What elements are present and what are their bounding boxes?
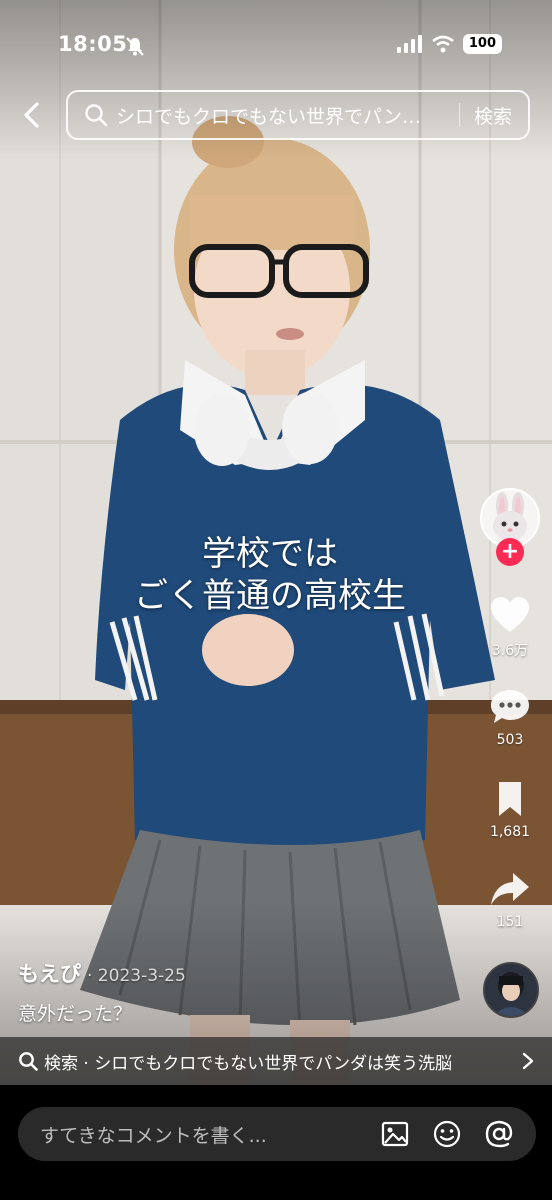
action-rail: + 3.6万 503 1,681 151 — [480, 488, 540, 930]
share-count: 151 — [496, 914, 524, 930]
comment-button[interactable]: 503 — [480, 688, 540, 748]
status-icons: 100 — [396, 34, 502, 54]
author-info[interactable]: もえぴ · 2023-3-25 — [18, 958, 186, 988]
search-divider — [458, 103, 460, 127]
comment-placeholder: すてきなコメントを書く... — [40, 1124, 267, 1147]
follow-plus-button[interactable]: + — [496, 538, 524, 566]
related-search-text: 検索 · シロでもクロでもない世界でパンダは笑う洗脳 — [44, 1053, 453, 1074]
video-caption: 学校では ごく普通の高校生 — [0, 533, 540, 617]
comment-input[interactable]: すてきなコメントを書く... — [18, 1107, 536, 1161]
related-search-bar[interactable]: 検索 · シロでもクロでもない世界でパンダは笑う洗脳 — [0, 1037, 552, 1085]
status-bar: 18:05 100 — [0, 0, 552, 88]
caption-line-2: ごく普通の高校生 — [134, 576, 406, 616]
creator-avatar-button[interactable]: + — [480, 488, 540, 566]
bookmark-button[interactable]: 1,681 — [480, 780, 540, 840]
bell-muted-icon — [126, 37, 144, 56]
video-description: 意外だった？ — [18, 1003, 133, 1025]
search-query: シロでもクロでもない世界でパン… — [116, 105, 421, 128]
share-arrow-icon — [491, 873, 529, 905]
caption-line-1: 学校では — [202, 534, 338, 574]
save-count: 1,681 — [489, 824, 531, 840]
sound-disc[interactable] — [483, 962, 539, 1018]
chevron-right-icon — [522, 1052, 534, 1070]
search-icon — [85, 104, 108, 127]
share-button[interactable]: 151 — [480, 870, 540, 930]
like-count: 3.6万 — [491, 643, 529, 659]
emoji-icon[interactable] — [432, 1119, 462, 1149]
heart-icon — [491, 597, 529, 632]
music-disc-icon — [485, 964, 537, 1016]
post-date: · 2023-3-25 — [87, 966, 186, 986]
comment-count: 503 — [496, 732, 524, 748]
search-input[interactable]: シロでもクロでもない世界でパン… 検索 — [66, 90, 530, 140]
back-arrow-icon[interactable] — [18, 100, 46, 130]
wifi-icon — [432, 35, 454, 53]
status-time: 18:05 — [58, 32, 128, 56]
signal-icon — [396, 35, 422, 53]
author-name[interactable]: もえぴ — [18, 962, 81, 986]
like-button[interactable]: 3.6万 — [480, 596, 540, 660]
search-submit-button[interactable]: 検索 — [474, 102, 512, 129]
search-icon — [19, 1052, 38, 1071]
comment-bubble-icon — [491, 690, 529, 723]
mention-at-icon[interactable] — [484, 1119, 514, 1149]
battery-indicator: 100 — [462, 34, 502, 54]
comment-bar: すてきなコメントを書く... — [0, 1085, 552, 1200]
bookmark-icon — [499, 782, 521, 816]
image-icon[interactable] — [380, 1119, 410, 1149]
